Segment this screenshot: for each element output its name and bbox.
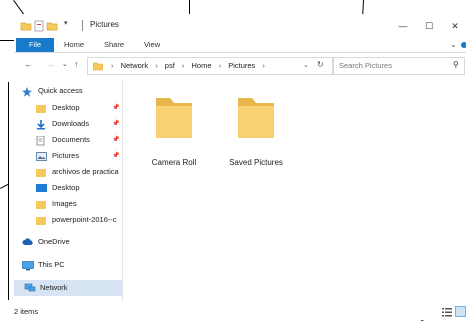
expand-ribbon-icon[interactable]: ⌄ <box>450 40 457 49</box>
new-folder-icon[interactable] <box>46 20 58 32</box>
callout-line <box>8 82 9 300</box>
search-input[interactable]: Search Pictures <box>339 61 392 70</box>
sidebar-item-label: OneDrive <box>38 237 70 246</box>
tab-file[interactable]: File <box>16 38 54 52</box>
sidebar-item-downloads[interactable]: Downloads <box>36 117 122 131</box>
sidebar-item-documents[interactable]: Documents <box>36 133 122 147</box>
search-icon[interactable]: ⚲ <box>453 60 459 69</box>
folder-icon <box>36 217 46 225</box>
sidebar-item-label: Pictures <box>52 151 80 160</box>
sidebar-item-label: This PC <box>38 260 65 269</box>
folder-icon <box>156 98 192 138</box>
tab-share[interactable]: Share <box>104 38 124 52</box>
file-explorer-window: ▾ Pictures — ☐ ✕ File Home Share View ⌄ … <box>14 14 466 320</box>
cloud-icon <box>22 238 33 245</box>
folder-icon <box>20 22 32 31</box>
item-count: 2 items <box>14 307 39 316</box>
sidebar-item-pictures[interactable]: Pictures <box>36 149 122 163</box>
forward-arrow-icon[interactable]: → <box>46 59 55 69</box>
large-icons-view-icon[interactable] <box>455 306 466 317</box>
sidebar-item-label: Network <box>40 283 68 292</box>
chevron-right-icon[interactable]: › <box>262 61 265 70</box>
breadcrumb-network[interactable]: Network <box>121 61 149 70</box>
chevron-right-icon[interactable]: › <box>155 61 158 70</box>
close-button[interactable]: ✕ <box>442 17 466 35</box>
window-title: Pictures <box>90 20 119 29</box>
sidebar-item-desktop-2[interactable]: Desktop <box>36 181 122 195</box>
folder-icon <box>36 169 46 177</box>
folder-icon <box>36 201 46 209</box>
download-icon <box>37 120 45 130</box>
pin-icon[interactable]: 📌 <box>112 133 119 147</box>
search-box[interactable]: Search Pictures ⚲ <box>333 57 465 75</box>
sidebar-item-label: Quick access <box>38 86 83 95</box>
chevron-right-icon[interactable]: › <box>182 61 185 70</box>
sidebar-item-powerpoint[interactable]: powerpoint-2016--c <box>36 213 122 227</box>
ribbon-tabs: File Home Share View ⌄ <box>14 38 466 53</box>
address-bar[interactable]: › Network › psf › Home › Pictures › ⌄ ↻ <box>87 57 333 75</box>
sidebar-item-images[interactable]: Images <box>36 197 122 211</box>
help-icon[interactable] <box>461 42 466 48</box>
recent-locations-icon[interactable]: ⌄ <box>62 60 68 68</box>
folder-name: Camera Roll <box>151 158 197 167</box>
star-icon <box>22 87 32 97</box>
sidebar-item-network[interactable]: Network <box>14 280 122 296</box>
details-view-icon[interactable] <box>442 307 452 317</box>
pin-icon[interactable]: 📌 <box>112 149 119 163</box>
sidebar-item-label: Downloads <box>52 119 90 128</box>
computer-icon <box>22 261 34 271</box>
status-bar: 2 items <box>14 303 466 320</box>
desktop-icon <box>36 184 47 192</box>
pin-icon[interactable]: 📌 <box>112 101 119 115</box>
documents-icon <box>36 136 45 146</box>
folder-icon <box>36 105 46 113</box>
folder-name: Saved Pictures <box>229 158 283 167</box>
title-separator <box>82 20 83 31</box>
breadcrumb-home[interactable]: Home <box>192 61 212 70</box>
sidebar-item-label: archivos de practica <box>52 167 119 176</box>
breadcrumb: › Network › psf › Home › Pictures › <box>106 61 270 70</box>
maximize-button[interactable]: ☐ <box>416 17 442 35</box>
file-list: Camera Roll Saved Pictures <box>124 80 466 302</box>
back-arrow-icon[interactable]: ← <box>24 59 33 69</box>
tab-view[interactable]: View <box>144 38 160 52</box>
sidebar-item-label: Documents <box>52 135 90 144</box>
sidebar-item-this-pc[interactable]: This PC <box>22 258 122 272</box>
pin-icon[interactable]: 📌 <box>112 117 119 131</box>
tab-home[interactable]: Home <box>64 38 84 52</box>
sidebar-item-quick-access[interactable]: Quick access <box>22 84 122 98</box>
folder-icon <box>93 62 103 71</box>
sidebar-item-label: powerpoint-2016--c <box>52 215 117 224</box>
refresh-icon[interactable]: ↻ <box>317 60 324 69</box>
sidebar-item-onedrive[interactable]: OneDrive <box>22 235 122 249</box>
title-bar: ▾ Pictures — ☐ ✕ <box>14 14 466 38</box>
sidebar-item-label: Desktop <box>52 183 80 192</box>
chevron-right-icon[interactable]: › <box>111 61 114 70</box>
sidebar-item-label: Images <box>52 199 77 208</box>
breadcrumb-pictures[interactable]: Pictures <box>228 61 255 70</box>
sidebar-item-archivos[interactable]: archivos de practica <box>36 165 122 179</box>
sidebar-item-label: Desktop <box>52 103 80 112</box>
up-arrow-icon[interactable]: ↑ <box>74 59 79 69</box>
breadcrumb-psf[interactable]: psf <box>165 61 175 70</box>
folder-icon <box>238 98 274 138</box>
navigation-pane: Quick access Desktop 📌 Downloads 📌 Docum… <box>14 80 123 302</box>
navigation-bar: ← → ⌄ ↑ › Network › psf › Home › Picture… <box>14 57 466 75</box>
network-icon <box>24 283 36 292</box>
chevron-right-icon[interactable]: › <box>219 61 222 70</box>
pictures-icon <box>36 152 47 161</box>
customize-qa-icon[interactable]: ▾ <box>64 19 68 31</box>
properties-icon[interactable] <box>34 20 44 32</box>
minimize-button[interactable]: — <box>390 17 416 35</box>
sidebar-item-desktop[interactable]: Desktop <box>36 101 122 115</box>
chevron-down-icon[interactable]: ⌄ <box>303 61 309 69</box>
